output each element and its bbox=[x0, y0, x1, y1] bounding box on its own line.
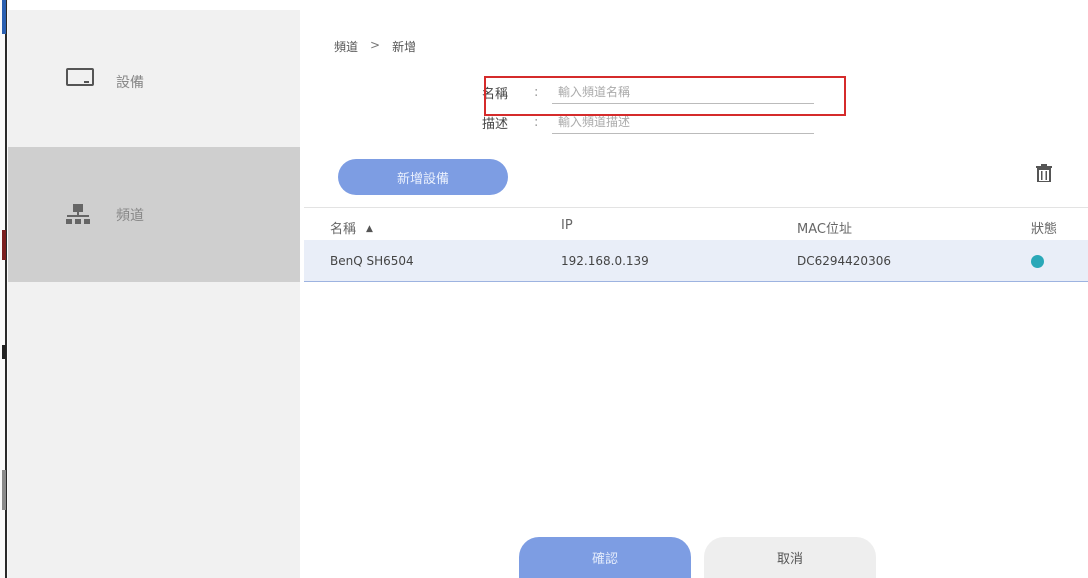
breadcrumb: 頻道 > 新增 bbox=[334, 38, 416, 55]
edge-mark bbox=[2, 230, 6, 260]
cell-ip: 192.168.0.139 bbox=[561, 254, 649, 268]
description-label: 描述 bbox=[482, 116, 509, 132]
sidebar: 設備 頻道 bbox=[8, 10, 300, 578]
cell-name: BenQ SH6504 bbox=[330, 254, 414, 268]
edge-mark bbox=[2, 345, 6, 359]
add-device-button[interactable]: 新增設備 bbox=[338, 159, 508, 195]
breadcrumb-current: 新增 bbox=[392, 40, 417, 54]
network-icon bbox=[66, 204, 90, 230]
sidebar-item-label: 頻道 bbox=[116, 208, 144, 224]
sidebar-item-channels[interactable]: 頻道 bbox=[8, 147, 300, 282]
breadcrumb-separator: > bbox=[370, 38, 381, 52]
status-online-icon bbox=[1031, 255, 1044, 268]
column-header-status[interactable]: 狀態 bbox=[1031, 218, 1057, 237]
channel-name-input[interactable] bbox=[552, 80, 814, 104]
window-edge bbox=[0, 0, 8, 578]
trash-icon[interactable] bbox=[1036, 164, 1052, 183]
description-form-row: 描述 : bbox=[482, 110, 814, 134]
table-header: 名稱 ▲ IP MAC位址 狀態 bbox=[304, 207, 1088, 240]
description-colon: : bbox=[534, 114, 539, 130]
table-row[interactable]: BenQ SH6504 192.168.0.139 DC6294420306 bbox=[304, 240, 1088, 282]
channel-description-input[interactable] bbox=[552, 110, 814, 134]
name-label: 名稱 bbox=[482, 86, 509, 102]
name-colon: : bbox=[534, 84, 539, 100]
sort-ascending-icon[interactable]: ▲ bbox=[366, 224, 373, 234]
monitor-icon bbox=[66, 68, 94, 92]
device-table: 名稱 ▲ IP MAC位址 狀態 BenQ SH6504 192.168.0.13… bbox=[304, 207, 1088, 282]
app-window: 設備 頻道 頻道 > 新增 名稱 : 輸入頻道名稱 描述: 輸入頻道描述 新增… bbox=[0, 0, 1088, 578]
main-panel: 頻道 > 新增 名稱 : 描述 : 新增設備 名 bbox=[300, 10, 1088, 578]
name-form-row: 名稱 : bbox=[482, 80, 814, 104]
edge-mark bbox=[2, 470, 6, 510]
cancel-button[interactable]: 取消 bbox=[704, 537, 876, 578]
edge-mark bbox=[2, 0, 6, 34]
column-header-ip[interactable]: IP bbox=[561, 218, 573, 233]
sidebar-item-label: 設備 bbox=[116, 75, 144, 91]
column-header-name[interactable]: 名稱 ▲ bbox=[330, 218, 373, 237]
cell-mac: DC6294420306 bbox=[797, 254, 891, 268]
breadcrumb-parent[interactable]: 頻道 bbox=[334, 38, 358, 55]
sidebar-item-devices[interactable]: 設備 bbox=[8, 10, 300, 147]
column-header-mac[interactable]: MAC位址 bbox=[797, 218, 852, 237]
confirm-button[interactable]: 確認 bbox=[519, 537, 691, 578]
